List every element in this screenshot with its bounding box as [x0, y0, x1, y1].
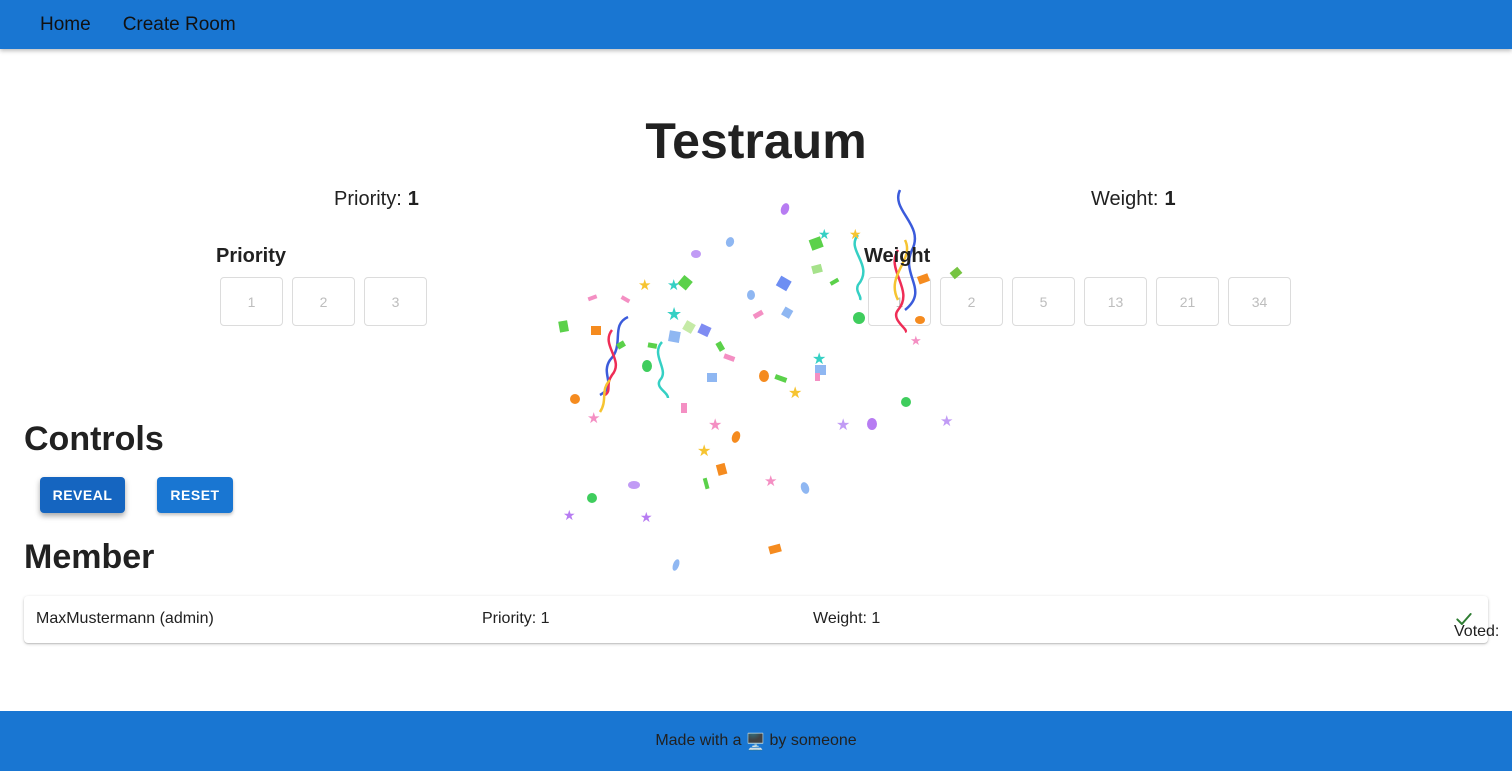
footer-text-after: by someone: [769, 732, 857, 749]
controls-heading: Controls: [24, 420, 164, 458]
priority-result: Priority: 1: [334, 188, 419, 211]
nav-create-room-link[interactable]: Create Room: [123, 14, 236, 36]
nav-home-link[interactable]: Home: [40, 14, 91, 36]
svg-text:★: ★: [812, 349, 826, 368]
weight-card[interactable]: 21: [1156, 277, 1219, 326]
reset-button[interactable]: RESET: [157, 477, 233, 513]
svg-text:★: ★: [849, 227, 862, 243]
weight-card[interactable]: 5: [1012, 277, 1075, 326]
priority-card[interactable]: 3: [364, 277, 427, 326]
room-title: Testraum: [645, 113, 867, 169]
member-voted: Voted:: [1454, 609, 1499, 640]
svg-text:★: ★: [640, 510, 653, 526]
svg-text:★: ★: [764, 472, 777, 490]
member-name: MaxMustermann (admin): [36, 610, 214, 627]
member-priority: Priority: 1: [482, 610, 550, 627]
weight-card[interactable]: 1: [868, 277, 931, 326]
monitor-icon: 🖥️: [745, 731, 766, 751]
priority-heading: Priority: [216, 245, 287, 267]
priority-card-row: 1 2 3: [220, 277, 427, 326]
priority-card[interactable]: 1: [220, 277, 283, 326]
svg-text:★: ★: [638, 276, 651, 294]
svg-text:★: ★: [788, 383, 802, 402]
svg-text:★: ★: [940, 412, 953, 430]
footer-text-before: Made with a: [655, 732, 742, 749]
weight-card-row: 1 2 5 13 21 34: [868, 277, 1291, 326]
member-heading: Member: [24, 538, 155, 576]
priority-result-label: Priority:: [334, 188, 402, 210]
weight-result: Weight: 1: [1091, 188, 1176, 211]
member-weight: Weight: 1: [813, 610, 881, 627]
weight-card[interactable]: 34: [1228, 277, 1291, 326]
reveal-button[interactable]: REVEAL: [40, 477, 125, 513]
svg-text:★: ★: [708, 415, 722, 434]
svg-text:★: ★: [587, 409, 600, 427]
svg-text:★: ★: [910, 334, 922, 349]
weight-result-value: 1: [1164, 188, 1176, 210]
svg-text:★: ★: [666, 304, 682, 325]
priority-result-value: 1: [407, 188, 419, 210]
svg-text:★: ★: [667, 276, 680, 294]
weight-card[interactable]: 2: [940, 277, 1003, 326]
member-row: MaxMustermann (admin) Priority: 1 Weight…: [24, 596, 1499, 643]
weight-heading: Weight: [864, 245, 931, 267]
priority-card[interactable]: 2: [292, 277, 355, 326]
weight-result-label: Weight:: [1091, 188, 1159, 210]
svg-text:★: ★: [836, 415, 850, 434]
app-bar: Home Create Room: [0, 0, 1512, 49]
svg-text:★: ★: [818, 227, 831, 243]
weight-card[interactable]: 13: [1084, 277, 1147, 326]
svg-text:★: ★: [697, 441, 711, 460]
member-voted-label: Voted:: [1454, 623, 1500, 640]
footer: Made with a 🖥️ by someone: [0, 711, 1512, 771]
svg-text:★: ★: [563, 508, 576, 524]
